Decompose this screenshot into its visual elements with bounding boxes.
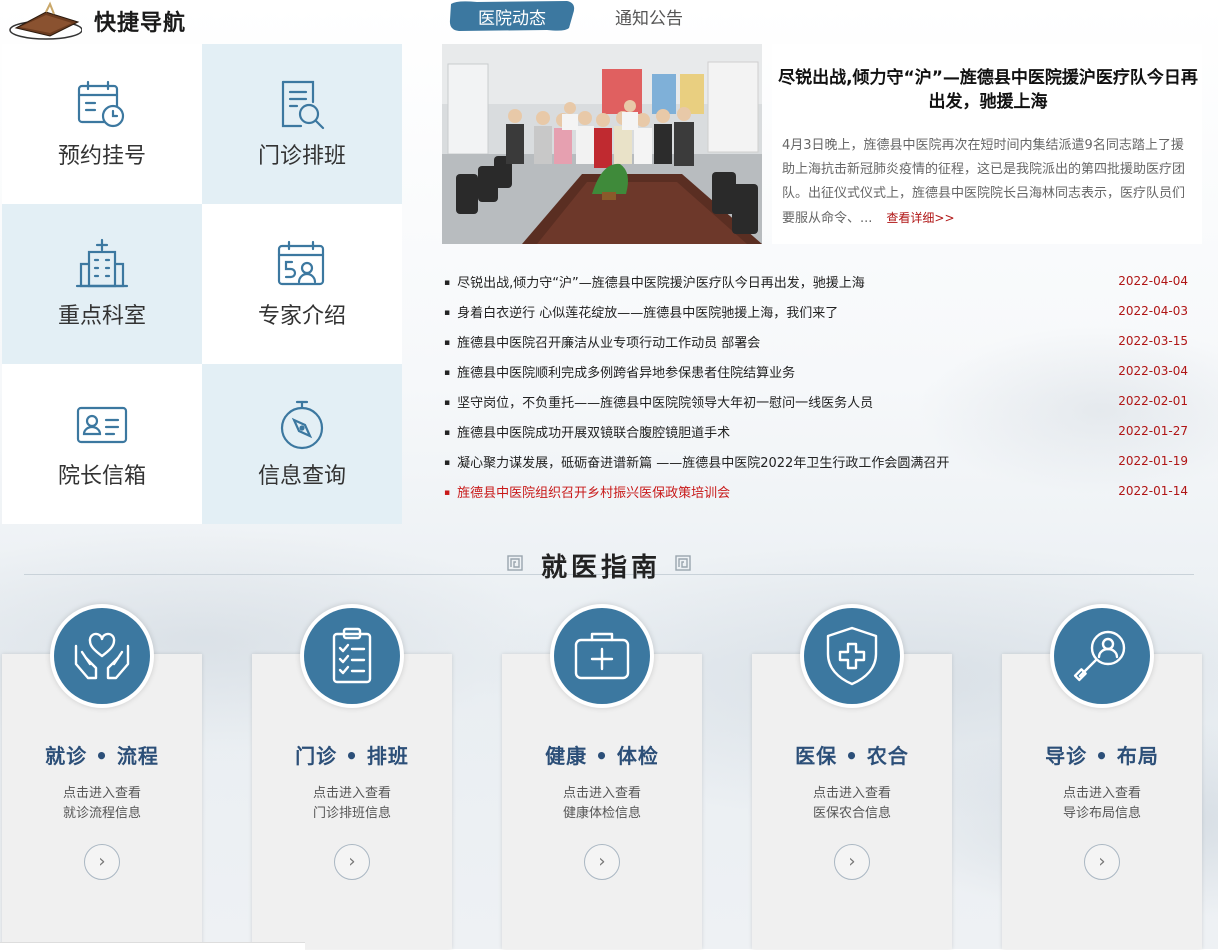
calendar-clock-icon — [77, 80, 125, 128]
quick-nav-info-query[interactable]: 信息查询 — [202, 364, 402, 524]
list-item[interactable]: 旌德县中医院组织召开乡村振兴医保政策培训会 2022-01-14 — [444, 476, 1188, 506]
card-title: 导诊 • 布局 — [1045, 744, 1159, 768]
card-arrow-button[interactable]: › — [584, 844, 620, 880]
card-arrow-button[interactable]: › — [334, 844, 370, 880]
card-title: 门诊 • 排班 — [295, 744, 409, 768]
card-icon-circle[interactable] — [800, 604, 904, 708]
news-date: 2022-02-01 — [1118, 394, 1188, 408]
news-date: 2022-04-04 — [1118, 274, 1188, 288]
list-item[interactable]: 旌德县中医院成功开展双镜联合腹腔镜胆道手术 2022-01-27 — [444, 416, 1188, 446]
quick-nav-label: 门诊排班 — [257, 144, 346, 169]
featured-article[interactable]: 尽锐出战,倾力守“沪”—旌德县中医院援沪医疗队今日再出发，驰援上海 4月3日晚上… — [772, 44, 1202, 244]
card-desc: 点击进入查看 健康体检信息 — [502, 784, 702, 824]
guide-section-header: 就医指南 — [503, 545, 693, 585]
quick-nav-grid: 预约挂号 门诊排班 重点科室 专家介绍 院长信箱 信息查询 — [2, 44, 402, 524]
card-desc-line: 就诊流程信息 — [62, 806, 141, 821]
card-desc-line: 点击进入查看 — [812, 786, 891, 801]
id-card-icon — [76, 406, 128, 444]
hospital-building-icon — [75, 238, 129, 288]
clipboard-checklist-icon — [332, 627, 372, 684]
quick-nav-header: 快捷导航 — [0, 0, 400, 44]
fret-ornament-icon — [507, 555, 523, 571]
quick-nav-schedule[interactable]: 门诊排班 — [202, 44, 402, 204]
card-desc-line: 门诊排班信息 — [312, 806, 391, 821]
news-date: 2022-01-19 — [1118, 454, 1188, 468]
news-title[interactable]: 身着白衣逆行 心似莲花绽放——旌德县中医院驰援上海，我们来了 — [444, 302, 838, 321]
list-item[interactable]: 旌德县中医院召开廉洁从业专项行动工作动员 部署会 2022-03-15 — [444, 326, 1188, 356]
tab-hospital-news[interactable]: 医院动态 — [447, 0, 577, 32]
quick-nav-label: 院长信箱 — [57, 464, 146, 489]
card-arrow-button[interactable]: › — [834, 844, 870, 880]
news-title[interactable]: 旌德县中医院顺利完成多例跨省异地参保患者住院结算业务 — [444, 362, 795, 381]
featured-more-link[interactable]: 查看详细>> — [886, 211, 954, 225]
news-date: 2022-01-14 — [1118, 484, 1188, 498]
quick-nav-appointment[interactable]: 预约挂号 — [2, 44, 202, 204]
card-icon-circle[interactable] — [50, 604, 154, 708]
tab-notices[interactable]: 通知公告 — [615, 4, 683, 29]
quick-nav-departments[interactable]: 重点科室 — [2, 204, 202, 364]
compass-icon — [280, 400, 324, 450]
card-desc-line: 医保农合信息 — [812, 806, 891, 821]
quick-nav-experts[interactable]: 专家介绍 — [202, 204, 402, 364]
fret-ornament-icon — [675, 555, 691, 571]
card-arrow-button[interactable]: › — [1084, 844, 1120, 880]
group-photo-image — [442, 44, 762, 244]
heart-hands-icon — [74, 632, 130, 680]
card-icon-circle[interactable] — [550, 604, 654, 708]
card-icon-circle[interactable] — [1050, 604, 1154, 708]
quick-nav-label: 预约挂号 — [57, 144, 146, 169]
card-desc-line: 点击进入查看 — [62, 786, 141, 801]
card-desc: 点击进入查看 就诊流程信息 — [2, 784, 202, 824]
news-date: 2022-03-04 — [1118, 364, 1188, 378]
quick-nav-label: 重点科室 — [57, 304, 146, 329]
card-icon-circle[interactable] — [300, 604, 404, 708]
list-item[interactable]: 身着白衣逆行 心似莲花绽放——旌德县中医院驰援上海，我们来了 2022-04-03 — [444, 296, 1188, 326]
card-desc-line: 健康体检信息 — [562, 806, 641, 821]
card-desc: 点击进入查看 医保农合信息 — [752, 784, 952, 824]
card-desc-line: 导诊布局信息 — [1062, 806, 1141, 821]
news-title[interactable]: 凝心聚力谋发展，砥砺奋进谱新篇 ——旌德县中医院2022年卫生行政工作会圆满召开 — [444, 452, 949, 471]
calendar-expert-icon — [277, 240, 325, 286]
featured-photo[interactable] — [442, 44, 762, 244]
quick-nav-mailbox[interactable]: 院长信箱 — [2, 364, 202, 524]
card-desc: 点击进入查看 门诊排班信息 — [252, 784, 452, 824]
news-title[interactable]: 旌德县中医院召开廉洁从业专项行动工作动员 部署会 — [444, 332, 760, 351]
card-arrow-button[interactable]: › — [84, 844, 120, 880]
featured-title[interactable]: 尽锐出战,倾力守“沪”—旌德县中医院援沪医疗队今日再出发，驰援上海 — [776, 66, 1200, 114]
list-item[interactable]: 凝心聚力谋发展，砥砺奋进谱新篇 ——旌德县中医院2022年卫生行政工作会圆满召开… — [444, 446, 1188, 476]
quick-nav-title: 快捷导航 — [94, 11, 187, 36]
list-item[interactable]: 旌德县中医院顺利完成多例跨省异地参保患者住院结算业务 2022-03-04 — [444, 356, 1188, 386]
featured-summary-text: 4月3日晚上，旌德县中医院再次在短时间内集结派遣9名同志踏上了援助上海抗击新冠肺… — [782, 138, 1186, 226]
news-date: 2022-03-15 — [1118, 334, 1188, 348]
news-date: 2022-01-27 — [1118, 424, 1188, 438]
guide-section-title: 就医指南 — [541, 553, 662, 583]
tab-label: 医院动态 — [478, 9, 546, 29]
card-title: 就诊 • 流程 — [45, 744, 159, 768]
medical-kit-icon — [574, 632, 630, 680]
news-date: 2022-04-03 — [1118, 304, 1188, 318]
quick-nav-label: 专家介绍 — [257, 304, 346, 329]
card-desc: 点击进入查看 导诊布局信息 — [1002, 784, 1202, 824]
card-desc-line: 点击进入查看 — [1062, 786, 1141, 801]
news-list: 尽锐出战,倾力守“沪”—旌德县中医院援沪医疗队今日再出发，驰援上海 2022-04… — [444, 266, 1188, 506]
shield-cross-icon — [826, 626, 878, 686]
list-item[interactable]: 坚守岗位，不负重托——旌德县中医院院领导大年初一慰问一线医务人员 2022-02-… — [444, 386, 1188, 416]
book-logo-icon — [9, 1, 82, 40]
news-title[interactable]: 尽锐出战,倾力守“沪”—旌德县中医院援沪医疗队今日再出发，驰援上海 — [444, 272, 865, 291]
quick-nav-label: 信息查询 — [257, 464, 346, 489]
featured-summary: 4月3日晚上，旌德县中医院再次在短时间内集结派遣9名同志踏上了援助上海抗击新冠肺… — [782, 134, 1192, 231]
card-title: 医保 • 农合 — [795, 744, 909, 768]
card-desc-line: 点击进入查看 — [312, 786, 391, 801]
news-title[interactable]: 旌德县中医院组织召开乡村振兴医保政策培训会 — [444, 482, 730, 501]
news-title[interactable]: 旌德县中医院成功开展双镜联合腹腔镜胆道手术 — [444, 422, 730, 441]
document-search-icon — [281, 80, 325, 130]
card-title: 健康 • 体检 — [545, 744, 659, 768]
person-search-icon — [1073, 630, 1126, 682]
news-title[interactable]: 坚守岗位，不负重托——旌德县中医院院领导大年初一慰问一线医务人员 — [444, 392, 873, 411]
card-desc-line: 点击进入查看 — [562, 786, 641, 801]
list-item[interactable]: 尽锐出战,倾力守“沪”—旌德县中医院援沪医疗队今日再出发，驰援上海 2022-04… — [444, 266, 1188, 296]
